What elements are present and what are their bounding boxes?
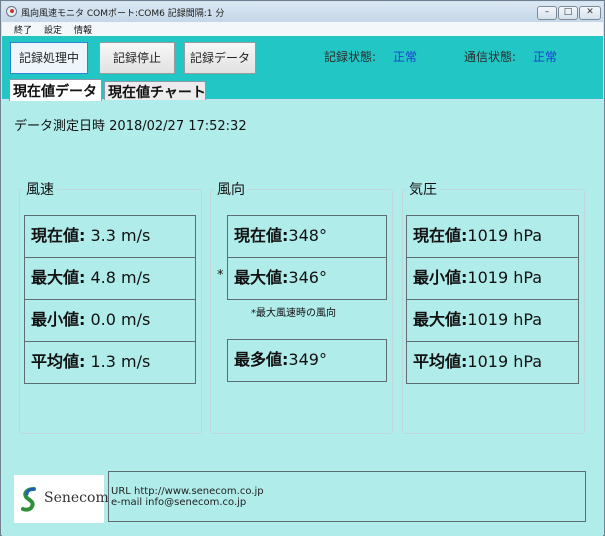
maximize-button[interactable]: □ (558, 6, 578, 20)
close-button[interactable]: ✕ (579, 6, 601, 20)
wind-direction-title: 風向 (214, 179, 248, 199)
wind-speed-current: 現在値: 3.3 m/s (24, 215, 196, 258)
pressure-average: 平均値:1019 hPa (406, 341, 579, 384)
wind-speed-max: 最大値: 4.8 m/s (24, 257, 196, 300)
senecom-logo-icon (21, 487, 36, 512)
contact-email: e-mail info@senecom.co.jp (111, 497, 247, 508)
record-data-button[interactable]: 記録データ (184, 42, 256, 74)
measurement-value: 2018/02/27 17:52:32 (109, 119, 247, 134)
app-icon[interactable] (6, 6, 17, 17)
comm-status-value: 正常 (533, 50, 558, 64)
wind-direction-current: 現在値:348° (227, 215, 387, 258)
wind-direction-mode: 最多値:349° (227, 339, 387, 382)
comm-status-label: 通信状態: (464, 50, 517, 64)
menu-bar: 終了 設定 情報 (2, 22, 603, 36)
window-title: 風向風速モニタ COMポート:COM6 記録間隔:1 分 (21, 9, 225, 19)
tab-current-chart[interactable]: 現在値チャート (104, 81, 206, 101)
pressure-title: 気圧 (406, 179, 440, 199)
record-status-label: 記録状態: (324, 50, 377, 64)
stop-recording-button[interactable]: 記録停止 (99, 42, 175, 74)
menu-settings[interactable]: 設定 (44, 23, 62, 36)
wind-speed-average: 平均値: 1.3 m/s (24, 341, 196, 384)
logo-text: Senecom (44, 490, 109, 506)
max-direction-note: *最大風速時の風向 (251, 308, 336, 319)
app-window: 風向風速モニタ COMポート:COM6 記録間隔:1 分 – □ ✕ 終了 設定… (0, 0, 605, 536)
pressure-min: 最小値:1019 hPa (406, 257, 579, 300)
wind-speed-title: 風速 (23, 179, 57, 199)
menu-exit[interactable]: 終了 (14, 23, 32, 36)
menu-info[interactable]: 情報 (74, 23, 92, 36)
tab-current-data[interactable]: 現在値データ (9, 79, 102, 101)
company-logo: Senecom (14, 475, 109, 523)
measurement-datetime: データ測定日時 2018/02/27 17:52:32 (14, 115, 247, 134)
max-direction-marker: * (217, 268, 224, 283)
minimize-button[interactable]: – (537, 6, 557, 20)
recording-button[interactable]: 記録処理中 (10, 42, 88, 74)
pressure-max: 最大値:1019 hPa (406, 299, 579, 342)
measurement-label: データ測定日時 (14, 119, 106, 134)
record-status-value: 正常 (393, 50, 418, 64)
wind-direction-max: 最大値:346° (227, 257, 387, 300)
wind-speed-min: 最小値: 0.0 m/s (24, 299, 196, 342)
contact-info: URL http://www.senecom.co.jp e-mail info… (108, 471, 586, 522)
website-url: URL http://www.senecom.co.jp (111, 486, 264, 497)
title-bar[interactable]: 風向風速モニタ COMポート:COM6 記録間隔:1 分 – □ ✕ (2, 2, 603, 22)
pressure-current: 現在値:1019 hPa (406, 215, 579, 258)
